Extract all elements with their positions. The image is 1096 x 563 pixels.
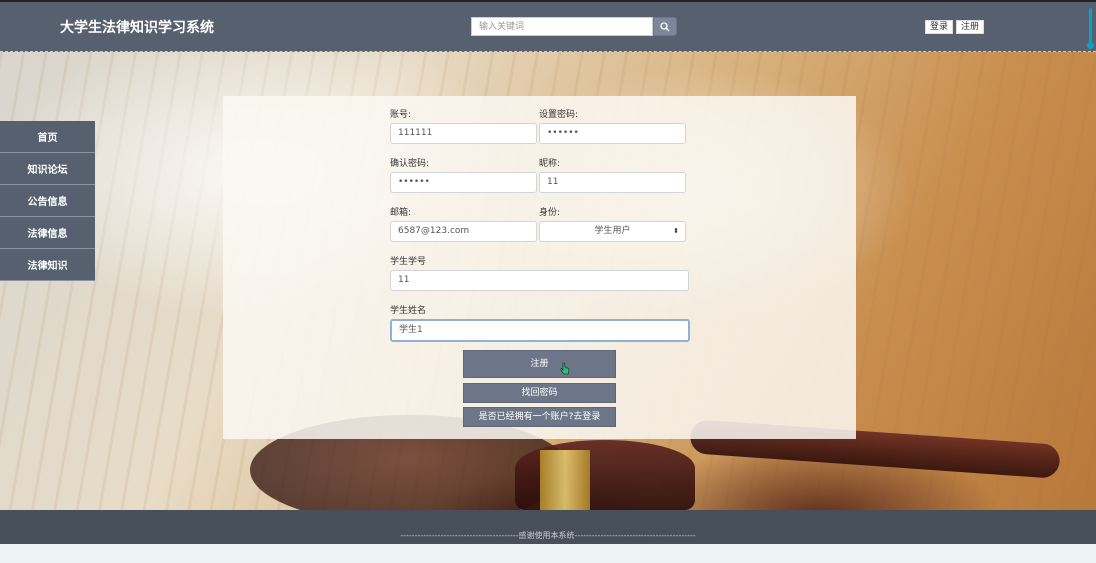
nickname-field[interactable]: 11 (539, 172, 686, 193)
role-select[interactable]: 学生用户 ⬍ (539, 221, 686, 242)
student-name-label: 学生姓名 (390, 306, 427, 316)
search-button[interactable] (653, 17, 677, 36)
student-id-field[interactable]: 11 (390, 270, 689, 291)
select-arrows-icon: ⬍ (673, 227, 679, 235)
login-button[interactable]: 登录 (925, 20, 954, 34)
confirm-password-field[interactable]: •••••• (390, 172, 537, 193)
role-select-value: 学生用户 (594, 226, 631, 236)
search-input[interactable] (471, 17, 653, 36)
nickname-label: 昵称: (539, 159, 561, 169)
hand-cursor-icon (560, 362, 570, 375)
footer-text: ----------------------------------------… (400, 531, 696, 540)
account-field[interactable]: 111111 (390, 123, 537, 144)
sidebar-item-legal-info[interactable]: 法律信息 (0, 217, 95, 249)
password-label: 设置密码: (539, 110, 579, 120)
student-id-label: 学生学号 (390, 257, 427, 267)
sidebar-nav: 首页 知识论坛 公告信息 法律信息 法律知识 (0, 121, 95, 281)
role-label: 身份: (539, 208, 561, 218)
thermometer-icon (1087, 8, 1094, 49)
top-header: 大学生法律知识学习系统 登录 注册 (0, 0, 1096, 52)
account-label: 账号: (390, 110, 412, 120)
gavel-band-image (540, 450, 590, 510)
sidebar-item-announcements[interactable]: 公告信息 (0, 185, 95, 217)
confirm-password-label: 确认密码: (390, 159, 430, 169)
sidebar-item-home[interactable]: 首页 (0, 121, 95, 153)
sidebar-item-legal-knowledge[interactable]: 法律知识 (0, 249, 95, 281)
search-icon (660, 21, 670, 31)
go-login-button[interactable]: 是否已经拥有一个账户?去登录 (463, 407, 616, 427)
email-field[interactable]: 6587@123.com (390, 221, 537, 242)
password-field[interactable]: •••••• (539, 123, 686, 144)
sidebar-item-forum[interactable]: 知识论坛 (0, 153, 95, 185)
footer-bar: ----------------------------------------… (0, 510, 1096, 544)
register-submit-button[interactable]: 注册 (463, 350, 616, 378)
site-title: 大学生法律知识学习系统 (60, 20, 214, 36)
forgot-password-button[interactable]: 找回密码 (463, 383, 616, 403)
register-button[interactable]: 注册 (956, 20, 985, 34)
student-name-field[interactable]: 学生1 (390, 319, 690, 342)
email-label: 邮箱: (390, 208, 412, 218)
